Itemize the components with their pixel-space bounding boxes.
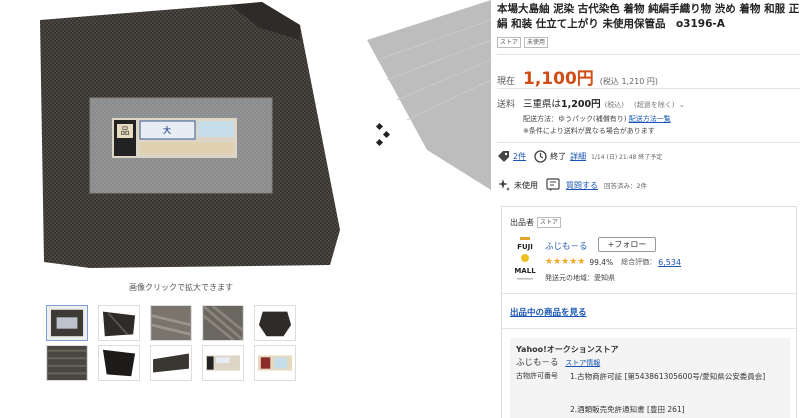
seller-header: 出品者 ストア: [510, 217, 562, 228]
seller-head-label: 出品者: [510, 218, 534, 227]
license-1: 1.古物商許可証 [第543861305600号/愛知県公安委員会]: [570, 372, 766, 381]
shipping-row: 送料 三重県は1,200円 (税込) (超過を除く) ⌄: [497, 96, 685, 110]
end-time: 1/14 (日) 21:48 終了予定: [591, 154, 663, 161]
main-product-image[interactable]: 品 大: [0, 0, 362, 275]
next-arrow-icon[interactable]: [375, 122, 393, 150]
ask-question-link[interactable]: 質問する: [566, 180, 598, 191]
price-value: 1,100円: [523, 69, 594, 89]
shipping-method-link[interactable]: 配送方法一覧: [629, 115, 671, 123]
meta-row: 2件 終了 詳細 1/14 (日) 21:48 終了予定: [497, 150, 662, 163]
product-title: 本場大島紬 泥染 古代染色 着物 純絹手織り物 渋め 着物 和服 正絹 和装 仕…: [497, 3, 800, 30]
shipping-exclusion-note: (超過を除く): [634, 101, 675, 109]
label-char-2: 大: [163, 125, 171, 135]
product-badges: ストア 未使用: [497, 37, 549, 48]
shipping-note: ※条件により送料が異なる場合があります: [523, 127, 655, 135]
rating-count-link[interactable]: 6,534: [658, 258, 681, 267]
price-row: 現在 1,100円 (税込 1,210 円): [497, 64, 658, 89]
thumbnail-8[interactable]: [150, 345, 192, 381]
divider: [502, 328, 796, 329]
thumbnail-7[interactable]: [98, 345, 140, 381]
watch-count-link[interactable]: 2件: [513, 151, 526, 162]
shipping-text: 三重県は1,200円: [523, 96, 601, 110]
logo-text-mall: MALL: [514, 267, 536, 275]
shipping-tax-note: (税込): [604, 101, 625, 109]
thumbnail-9[interactable]: [202, 345, 244, 381]
seller-box: 出品者 ストア FUJI MALL ふじも－る +フォロー ★★★★★ 99.4…: [501, 206, 797, 418]
divider: [497, 54, 800, 55]
next-image-preview[interactable]: [367, 0, 491, 418]
logo-text-fuji: FUJI: [517, 243, 533, 251]
seller-store-badge: ストア: [537, 217, 562, 228]
thumbnail-10[interactable]: [254, 345, 296, 381]
sparkle-icon: [498, 179, 510, 191]
image-gallery: 品 大 画像クリックで拡大できます: [0, 0, 362, 418]
thumbnail-1[interactable]: [46, 305, 88, 341]
divider: [497, 88, 800, 89]
shipping-prefix: 三重県は: [523, 99, 562, 110]
license-label: 古物許可番号: [516, 372, 558, 380]
shipping-method-text: 配送方法：ゆうパック(補償有り): [523, 115, 627, 123]
store-badge: ストア: [497, 37, 522, 48]
thumbnail-4[interactable]: [202, 305, 244, 341]
thumbnail-6[interactable]: [46, 345, 88, 381]
divider: [502, 293, 796, 294]
thumbnail-2[interactable]: [98, 305, 140, 341]
store-info-box: Yahoo!オークションストア ふじも－る ストア情報 古物許可番号 1.古物商…: [510, 338, 790, 418]
tag-icon[interactable]: [497, 150, 510, 163]
thumbnail-5[interactable]: [254, 305, 296, 341]
detail-link[interactable]: 詳細: [570, 151, 586, 162]
seller-name[interactable]: ふじも－る: [545, 240, 588, 252]
rating-label: 総合評価：: [621, 258, 657, 266]
clock-icon: [534, 150, 547, 163]
auction-page: 品 大 画像クリックで拡大できます 本場大島紬 泥染 古代染色 着物 純絹手織り…: [0, 0, 800, 418]
question-icon[interactable]: [546, 178, 560, 192]
price-label: 現在: [497, 77, 516, 87]
preview-fabric: [367, 0, 491, 200]
shipping-amount: 1,200円: [561, 99, 601, 110]
condition-badge: 未使用: [524, 37, 549, 48]
seller-items-link[interactable]: 出品中の商品を見る: [510, 306, 587, 318]
rating-stars: ★★★★★: [545, 257, 586, 267]
thumbnail-3[interactable]: [150, 305, 192, 341]
auction-status: 終了: [550, 152, 567, 161]
store-title: Yahoo!オークションストア: [516, 345, 619, 354]
license-2: 2.酒類販売免許通知書 [豊田 261]: [570, 405, 685, 414]
condition-text: 未使用: [514, 180, 538, 190]
store-name-row: ふじも－る ストア情報: [516, 356, 600, 368]
price-tax: (税込 1,210 円): [599, 77, 659, 86]
shipping-label: 送料: [497, 100, 516, 110]
store-info-link[interactable]: ストア情報: [565, 359, 600, 367]
shipping-method: 配送方法：ゆうパック(補償有り) 配送方法一覧: [523, 114, 671, 124]
store-name: ふじも－る: [516, 358, 559, 368]
answered-count: 回答済み：2件: [604, 182, 648, 190]
rating-row: ★★★★★ 99.4% 総合評価： 6,534: [545, 257, 681, 267]
origin-row: 発送元の地域：愛知県: [545, 274, 615, 282]
label-char-1: 品: [120, 126, 129, 137]
seller-logo[interactable]: FUJI MALL: [511, 237, 539, 283]
follow-button[interactable]: +フォロー: [598, 237, 656, 252]
kimono-photo: 品 大: [0, 0, 362, 275]
meta-row-2: 未使用 質問する 回答済み：2件: [497, 178, 647, 192]
chevron-down-icon[interactable]: ⌄: [679, 100, 686, 109]
product-details: 本場大島紬 泥染 古代染色 着物 純絹手織り物 渋め 着物 和服 正絹 和装 仕…: [497, 0, 800, 418]
zoom-hint: 画像クリックで拡大できます: [129, 283, 233, 292]
divider: [497, 142, 800, 143]
rating-pct: 99.4%: [589, 257, 614, 267]
